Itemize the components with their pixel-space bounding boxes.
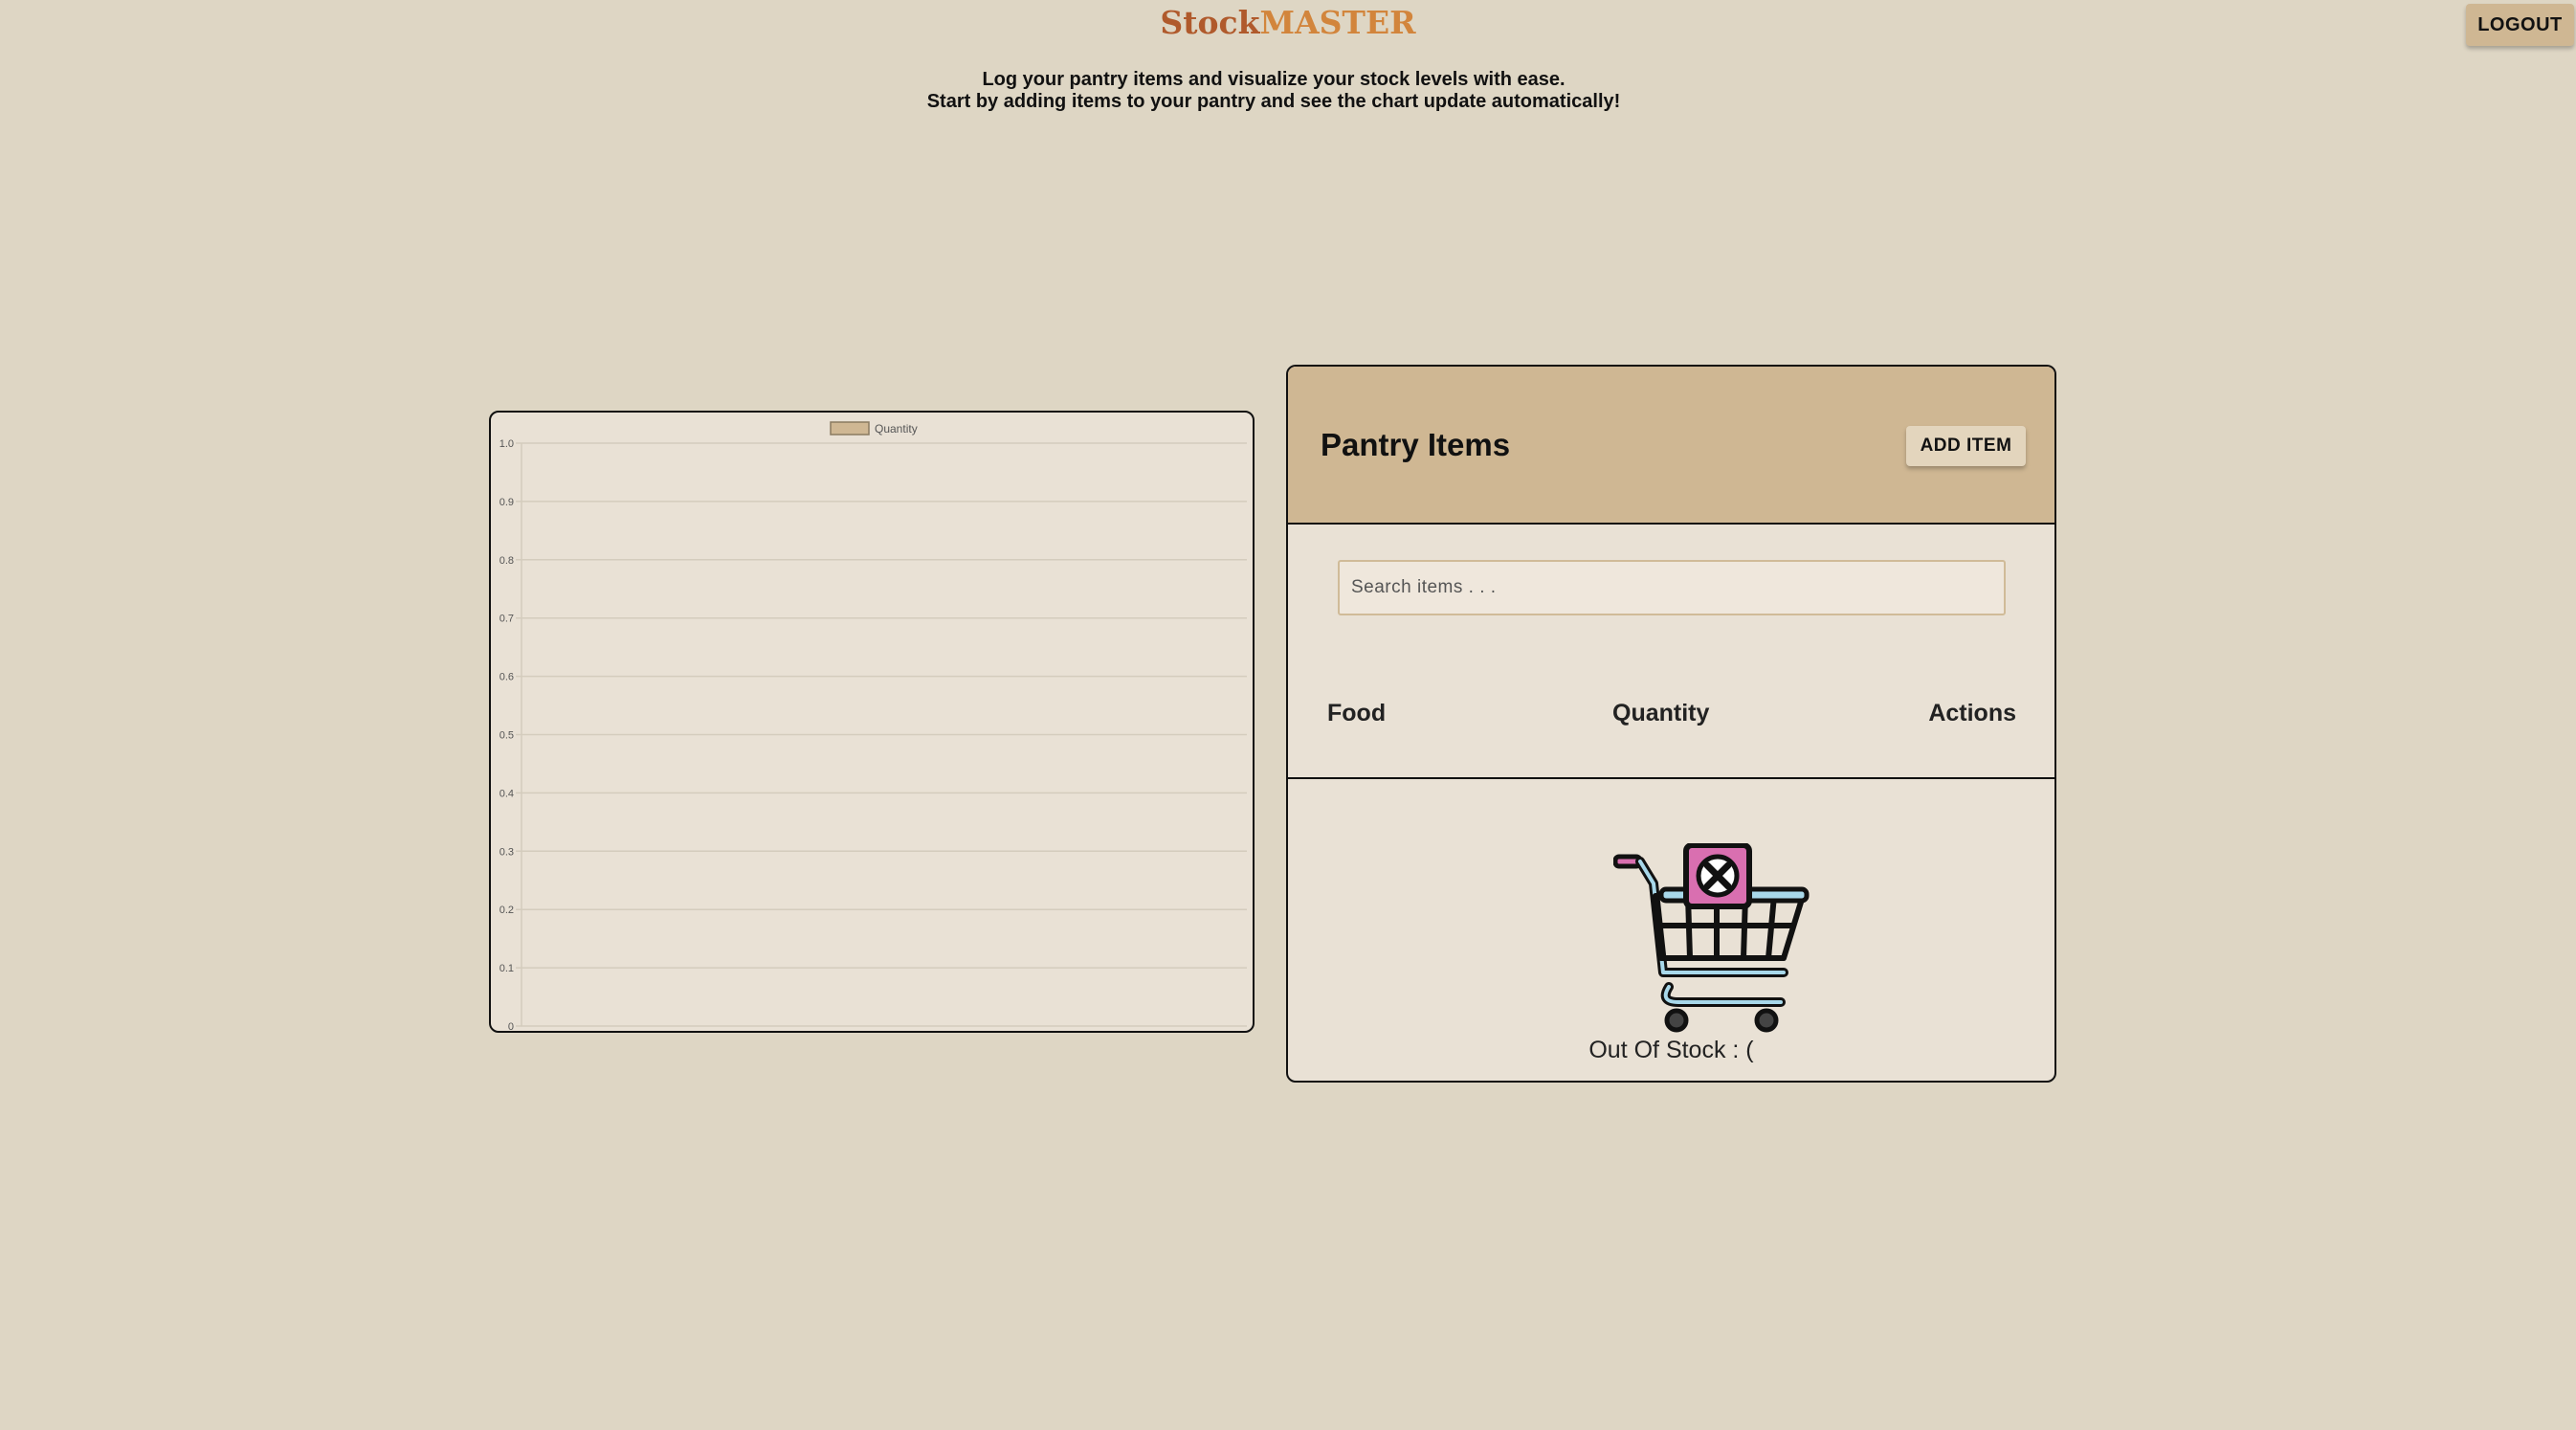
- y-tick-label: 0.1: [500, 963, 514, 974]
- y-tick-label: 0.7: [500, 614, 514, 625]
- empty-state-message: Out Of Stock : (: [1588, 1037, 1754, 1063]
- y-tick-label: 0.3: [500, 846, 514, 858]
- pantry-title: Pantry Items: [1321, 427, 1511, 462]
- table-divider: [1288, 777, 2054, 779]
- pantry-panel: Pantry Items ADD ITEM Food Quantity Acti…: [1286, 365, 2056, 1083]
- logout-button[interactable]: LOGOUT: [2466, 4, 2574, 46]
- brand-part-master: MASTER: [1259, 4, 1416, 41]
- legend-label-quantity: Quantity: [875, 422, 918, 436]
- cart-out-of-stock-icon: [1612, 842, 1814, 1039]
- stock-chart: Quantity 0 0.1 0.2 0.3 0.4 0.5 0.6 0.7 0.8 0.9 1.0: [500, 421, 1247, 1031]
- intro-text: Log your pantry items and visualize your…: [0, 69, 2547, 113]
- y-tick-label: 0: [508, 1021, 514, 1031]
- y-tick-label: 1.0: [500, 438, 514, 450]
- y-tick-label: 0.6: [500, 672, 514, 683]
- y-tick-label: 0.9: [500, 497, 514, 508]
- stock-chart-card: Quantity 0 0.1 0.2 0.3 0.4 0.5 0.6 0.7 0.8 0.9 1.0: [489, 411, 1255, 1033]
- column-header-actions: Actions: [1928, 700, 2016, 726]
- search-input[interactable]: [1338, 560, 2006, 615]
- brand-part-stock: Stock: [1160, 4, 1260, 41]
- y-tick-label: 0.5: [500, 730, 514, 742]
- legend-swatch-quantity: [830, 421, 870, 436]
- y-tick-label: 0.2: [500, 905, 514, 916]
- y-tick-label: 0.4: [500, 788, 514, 799]
- column-header-food: Food: [1327, 700, 1387, 726]
- page: StockMASTER LOGOUT Log your pantry items…: [0, 0, 2576, 1430]
- intro-line-1: Log your pantry items and visualize your…: [982, 69, 1566, 90]
- column-header-quantity: Quantity: [1612, 700, 1710, 726]
- intro-line-2: Start by adding items to your pantry and…: [926, 91, 1621, 112]
- add-item-button[interactable]: ADD ITEM: [1906, 426, 2026, 466]
- brand-logo: StockMASTER: [0, 4, 2576, 42]
- pantry-header: Pantry Items ADD ITEM: [1288, 367, 2054, 525]
- y-tick-label: 0.8: [500, 555, 514, 567]
